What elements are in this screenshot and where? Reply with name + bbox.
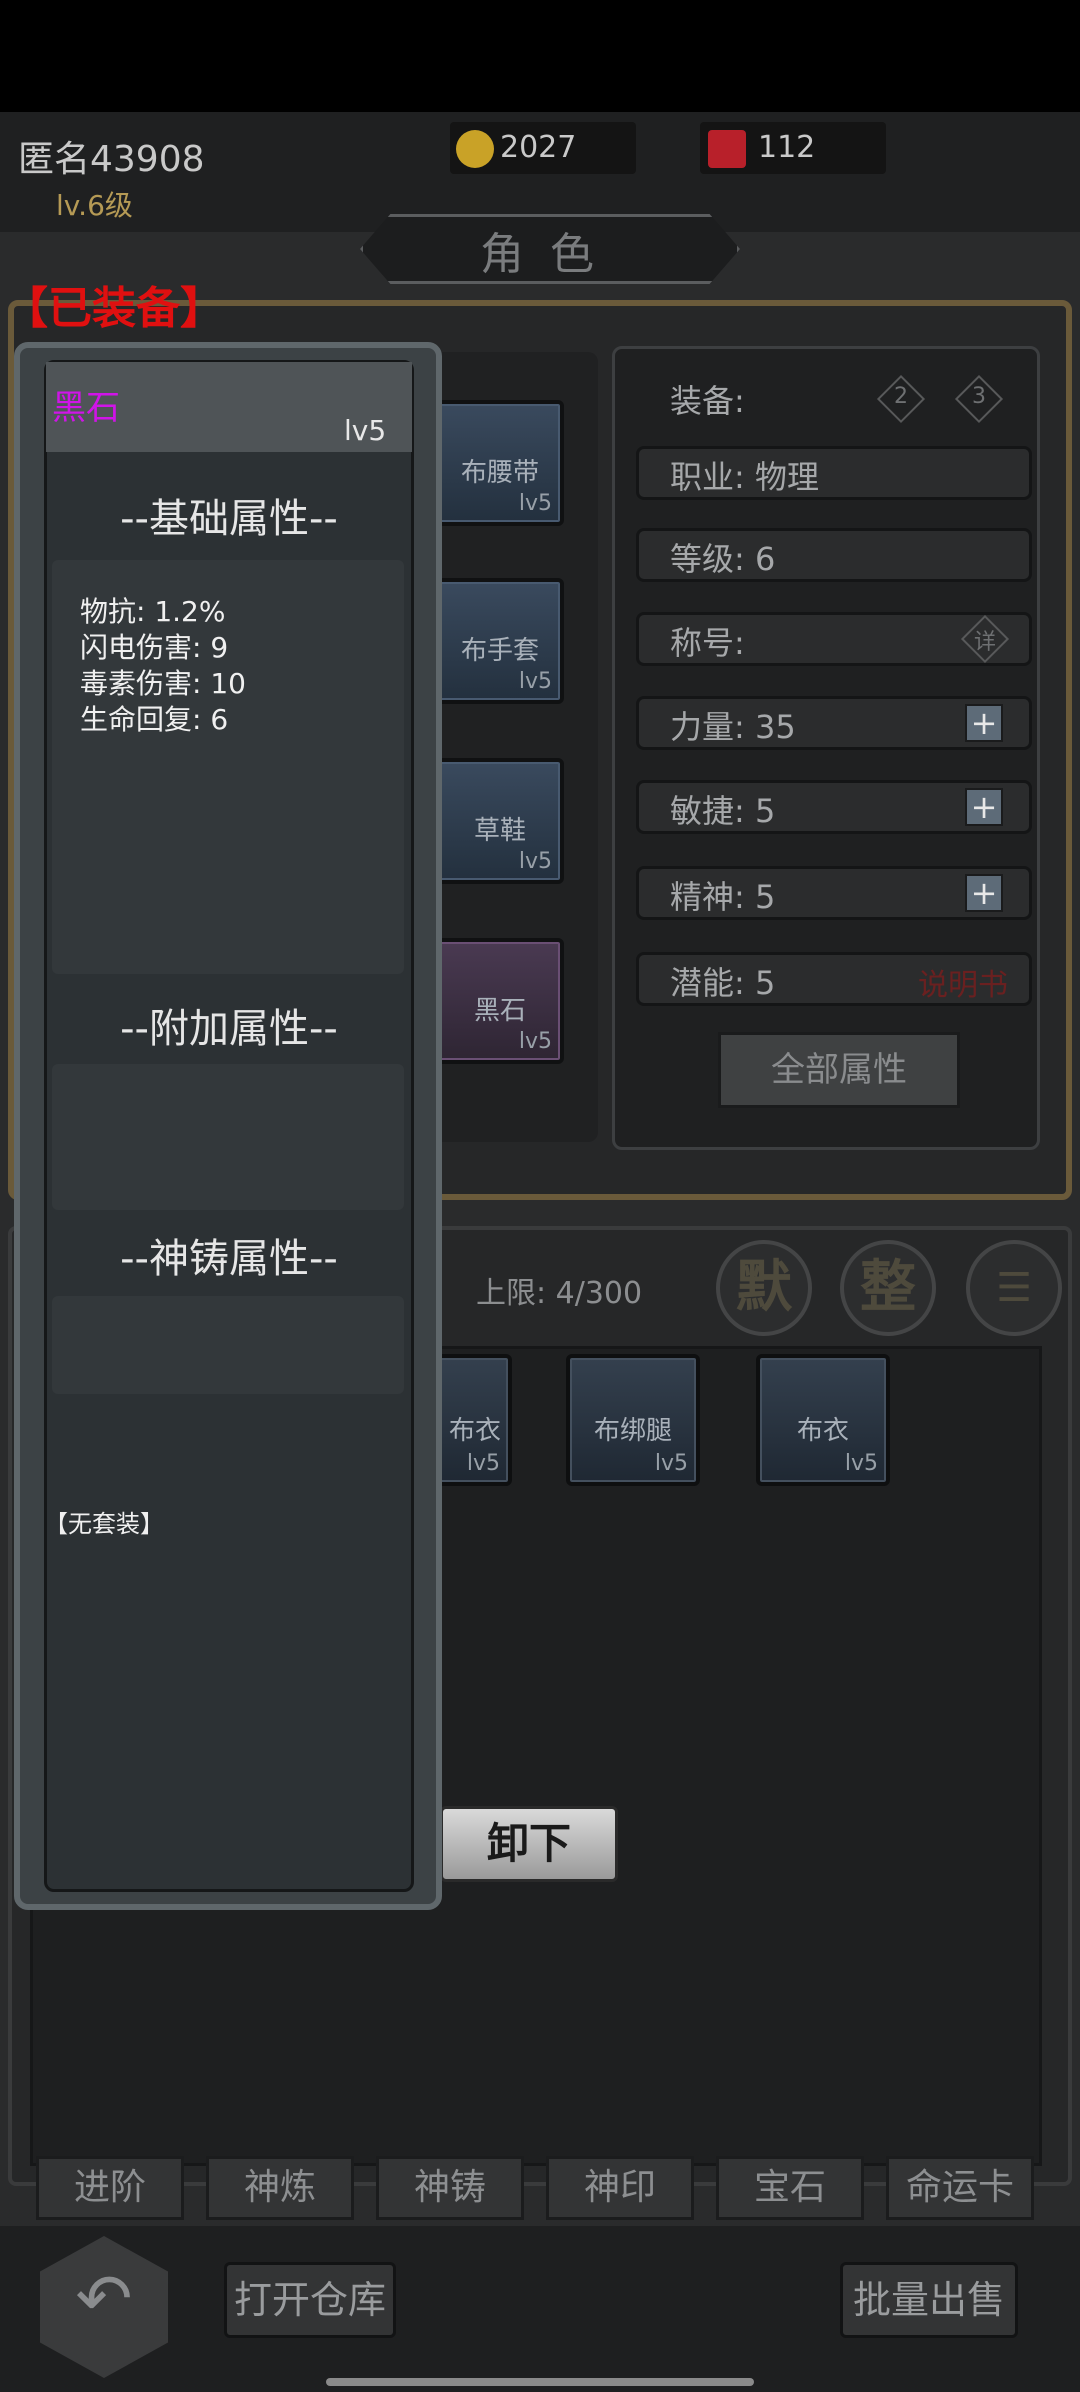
stat-level: 等级: 6 xyxy=(670,540,776,578)
stat-spirit: 精神: 5 xyxy=(670,878,776,916)
item-name: 布绑腿 xyxy=(593,1416,672,1446)
inventory-capacity: 上限: 4/300 xyxy=(476,1276,643,1311)
attribute-line: 物抗: 1.2% xyxy=(80,595,226,628)
inventory-item[interactable]: 布衣 lv5 xyxy=(756,1354,890,1486)
tooltip-item-level: lv5 xyxy=(344,414,387,447)
inventory-item[interactable]: 布绑腿 lv5 xyxy=(566,1354,700,1486)
back-arrow-icon: ↶ xyxy=(75,2260,133,2339)
tab-divine-forge[interactable]: 神铸 xyxy=(376,2156,524,2220)
attribute-line: 闪电伤害: 9 xyxy=(80,631,229,664)
agility-plus-button[interactable]: + xyxy=(965,788,1003,826)
tab-refine[interactable]: 神炼 xyxy=(206,2156,354,2220)
stat-potential: 潜能: 5 xyxy=(670,964,776,1002)
player-level: lv.6级 xyxy=(56,189,133,222)
tab-fate-card[interactable]: 命运卡 xyxy=(886,2156,1034,2220)
equipped-label: 【已装备】 xyxy=(4,283,224,334)
stat-agility: 敏捷: 5 xyxy=(670,792,776,830)
slot-level: lv5 xyxy=(518,1029,552,1054)
stat-strength: 力量: 35 xyxy=(670,708,796,746)
attribute-line: 毒素伤害: 10 xyxy=(80,667,246,700)
equipment-slot-belt[interactable]: 布腰带 lv5 xyxy=(436,400,564,526)
strength-plus-button[interactable]: + xyxy=(965,704,1003,742)
red-gem-icon xyxy=(708,130,746,168)
organize-button[interactable]: 整 xyxy=(840,1240,936,1336)
slot-name: 布腰带 xyxy=(460,458,539,488)
item-level: lv5 xyxy=(654,1451,688,1476)
unequip-button[interactable]: 卸下 xyxy=(440,1806,618,1882)
slot-level: lv5 xyxy=(518,849,552,874)
tab-gem[interactable]: 宝石 xyxy=(716,2156,864,2220)
slot-name: 布手套 xyxy=(460,636,539,666)
page-title: 角色 xyxy=(480,229,620,280)
manual-link[interactable]: 说明书 xyxy=(918,960,1008,1004)
slot-level: lv5 xyxy=(518,491,552,516)
slot-name: 草鞋 xyxy=(473,816,526,846)
item-level: lv5 xyxy=(466,1451,500,1476)
gold-value: 2027 xyxy=(500,130,577,165)
stat-class: 职业: 物理 xyxy=(670,458,819,496)
extra-attributes-box xyxy=(52,1064,404,1210)
equipment-slot-shoes[interactable]: 草鞋 lv5 xyxy=(436,758,564,884)
tooltip-item-name: 黑石 xyxy=(52,388,120,428)
tab-divine-seal[interactable]: 神印 xyxy=(546,2156,694,2220)
bulk-sell-button[interactable]: 批量出售 xyxy=(840,2262,1018,2338)
slot-name: 黑石 xyxy=(473,996,526,1026)
extra-attributes-title: --附加属性-- xyxy=(120,1006,338,1052)
gold-coin-icon xyxy=(456,130,494,168)
attribute-line: 生命回复: 6 xyxy=(80,703,229,736)
base-attributes-title: --基础属性-- xyxy=(120,496,338,542)
preset-2-label: 2 xyxy=(894,384,908,409)
gem-value: 112 xyxy=(758,130,816,165)
open-warehouse-button[interactable]: 打开仓库 xyxy=(224,2262,396,2338)
title-detail-label: 详 xyxy=(973,630,996,655)
item-name: 布衣 xyxy=(796,1416,849,1446)
stat-title: 称号: xyxy=(670,624,745,662)
divine-attributes-title: --神铸属性-- xyxy=(120,1236,338,1282)
preset-3-label: 3 xyxy=(972,384,986,409)
all-attributes-button[interactable]: 全部属性 xyxy=(718,1032,960,1108)
divine-attributes-box xyxy=(52,1296,404,1394)
home-indicator[interactable] xyxy=(326,2378,754,2386)
item-level: lv5 xyxy=(844,1451,878,1476)
tab-advance[interactable]: 进阶 xyxy=(36,2156,184,2220)
player-name: 匿名43908 xyxy=(18,139,205,180)
slot-level: lv5 xyxy=(518,669,552,694)
default-sort-button[interactable]: 默 xyxy=(716,1240,812,1336)
list-menu-icon[interactable]: ☰ xyxy=(966,1240,1062,1336)
set-info: 【无套装】 xyxy=(44,1510,164,1538)
equip-preset-label: 装备: xyxy=(670,382,745,420)
equipment-slot-gloves[interactable]: 布手套 lv5 xyxy=(436,578,564,704)
spirit-plus-button[interactable]: + xyxy=(965,874,1003,912)
equipment-slot-stone[interactable]: 黑石 lv5 xyxy=(436,938,564,1064)
